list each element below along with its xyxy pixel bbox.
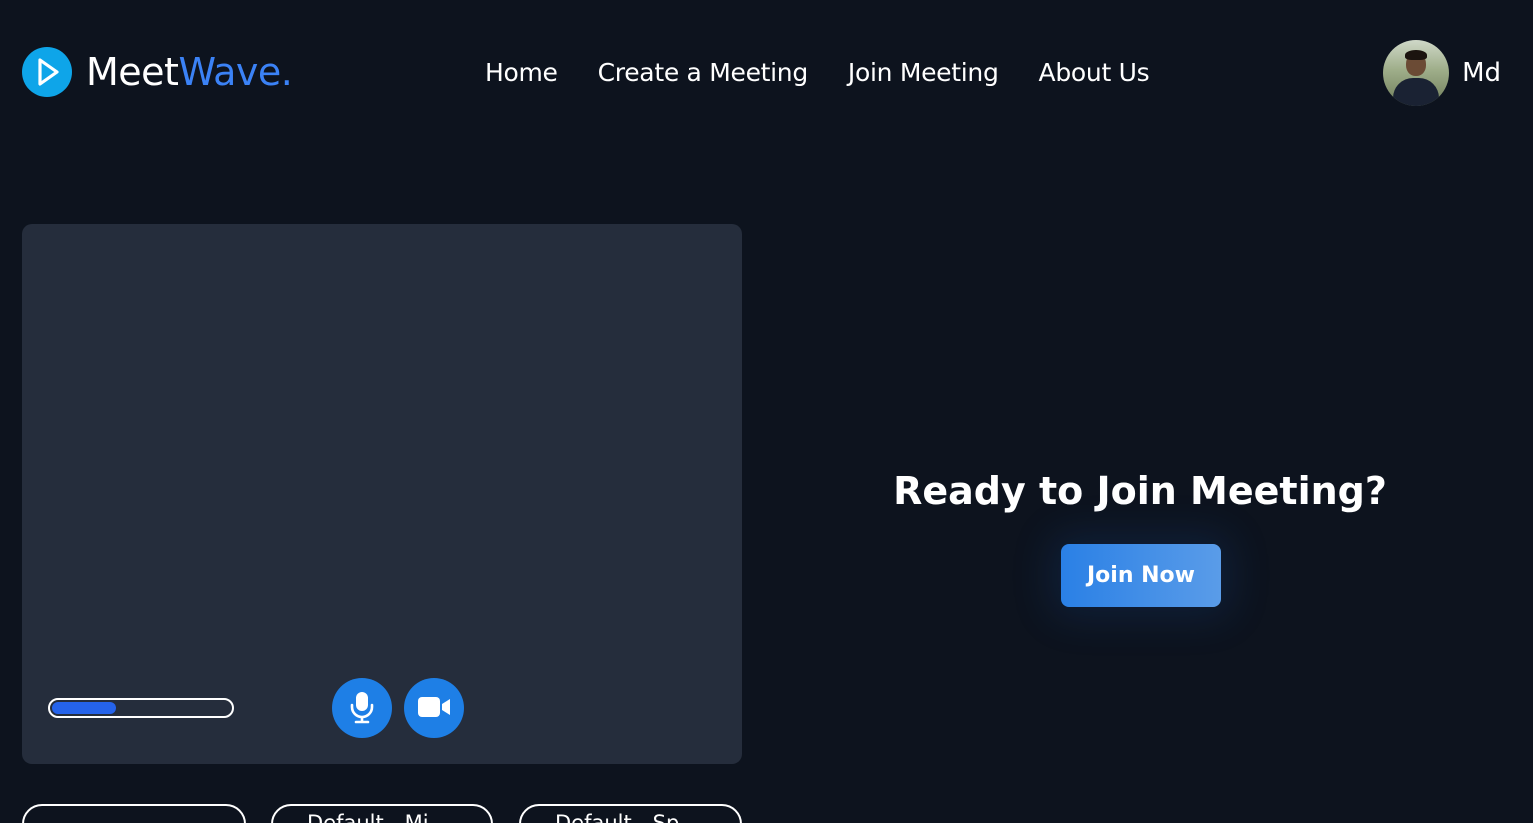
brand-name-part1: Meet [86, 50, 179, 94]
speaker-select[interactable]: Default - Sp [519, 804, 742, 823]
nav-create-meeting[interactable]: Create a Meeting [598, 55, 809, 91]
camera-select[interactable] [22, 804, 246, 823]
ready-title: Ready to Join Meeting? [893, 469, 1387, 513]
nav-join-meeting[interactable]: Join Meeting [848, 55, 999, 91]
camera-toggle-button[interactable] [404, 678, 464, 738]
brand-logo[interactable]: MeetWave. [22, 47, 293, 97]
play-icon [22, 47, 72, 97]
video-camera-icon [417, 695, 451, 722]
chevron-down-icon [220, 812, 234, 823]
nav-home[interactable]: Home [485, 55, 558, 91]
microphone-icon [348, 690, 376, 727]
chevron-down-icon [716, 812, 730, 823]
avatar-hair [1405, 50, 1428, 60]
avatar-body [1393, 78, 1440, 106]
brand-name: MeetWave. [86, 47, 293, 97]
chevron-down-icon [467, 812, 481, 823]
user-name: Md [1462, 58, 1501, 88]
mic-level-fill [52, 702, 117, 714]
nav-about-us[interactable]: About Us [1039, 55, 1150, 91]
mic-level-meter [48, 698, 234, 718]
brand-name-part2: Wave. [178, 50, 293, 94]
video-preview [22, 224, 742, 764]
microphone-select[interactable]: Default - Mi [271, 804, 493, 823]
speaker-select-value: Default - Sp [555, 811, 680, 823]
main-nav: Home Create a Meeting Join Meeting About… [485, 55, 1150, 91]
user-menu[interactable]: Md [1383, 40, 1501, 106]
microphone-select-value: Default - Mi [307, 811, 429, 823]
page: MeetWave. Home Create a Meeting Join Mee… [0, 0, 1533, 823]
mic-toggle-button[interactable] [332, 678, 392, 738]
join-now-button[interactable]: Join Now [1061, 544, 1221, 607]
avatar[interactable] [1383, 40, 1450, 106]
